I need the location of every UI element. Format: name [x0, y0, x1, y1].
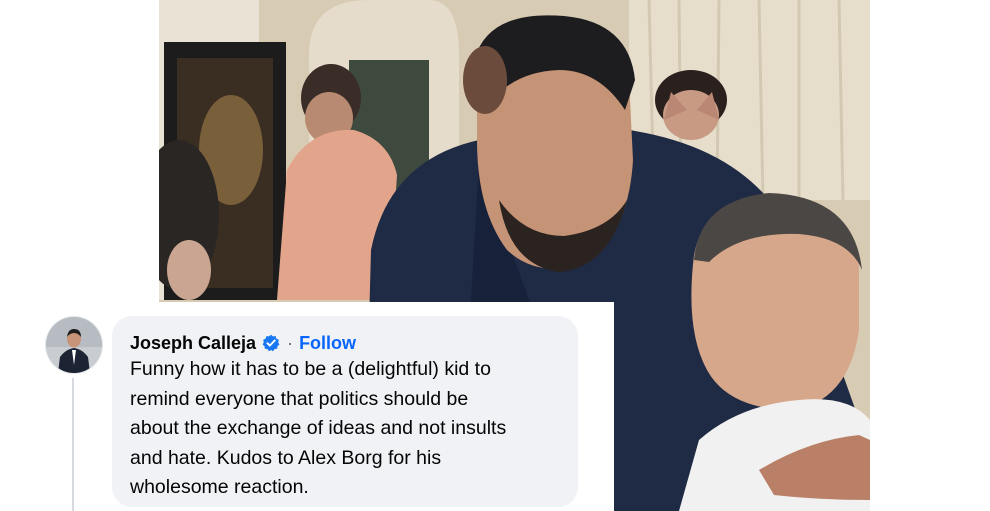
comment-line: Funny how it has to be a (delightful) ki…	[130, 358, 491, 380]
comment-line: remind everyone that politics should be	[130, 387, 469, 410]
follow-button[interactable]: Follow	[299, 333, 356, 354]
thread-line	[72, 378, 74, 511]
verified-badge-icon	[262, 334, 280, 352]
comment-line: and hate. Kudos to Alex Borg for his	[130, 446, 442, 469]
separator-dot: ·	[287, 332, 294, 353]
comment-line: wholesome reaction.	[130, 476, 309, 499]
avatar-image	[46, 317, 102, 373]
author-name[interactable]: Joseph Calleja	[130, 333, 256, 354]
comment-line: about the exchange of ideas and not insu…	[130, 417, 507, 440]
comment-header: Joseph Calleja · Follow	[130, 330, 356, 356]
comment-text: Funny how it has to be a (delightful) ki…	[130, 355, 570, 503]
author-avatar[interactable]	[46, 317, 102, 373]
